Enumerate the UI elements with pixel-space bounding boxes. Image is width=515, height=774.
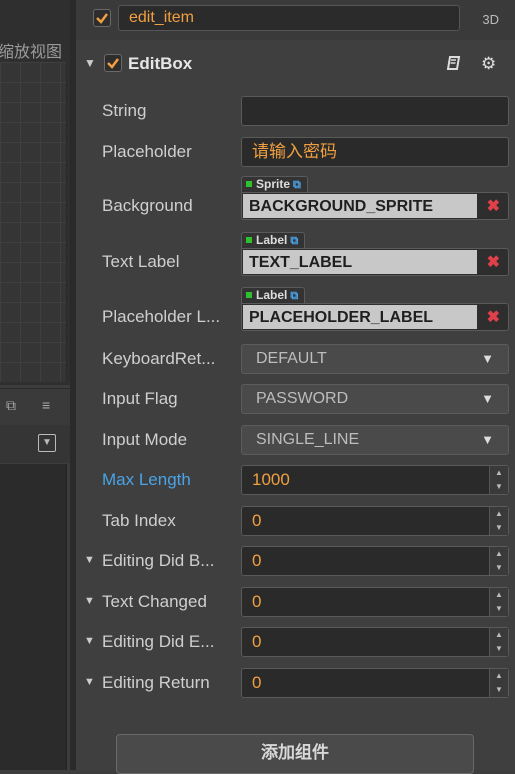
tab-index-input[interactable]: 0 ▲ ▼ bbox=[241, 506, 509, 536]
prop-placeholder: Placeholder 请输入密码 bbox=[76, 136, 515, 168]
prop-label: String bbox=[102, 101, 147, 120]
chevron-down-icon: ▼ bbox=[481, 391, 494, 406]
collapse-arrow-icon[interactable]: ▼ bbox=[84, 56, 96, 70]
ref-value: TEXT_LABEL bbox=[243, 250, 477, 274]
hierarchy-list[interactable] bbox=[0, 464, 67, 770]
chevron-down-icon: ▼ bbox=[481, 432, 494, 447]
text-changed-input[interactable]: 0 ▲ ▼ bbox=[241, 587, 509, 617]
gear-icon[interactable]: ⚙ bbox=[481, 54, 496, 74]
prop-label: Tab Index bbox=[102, 511, 176, 530]
prop-label: Input Mode bbox=[102, 430, 188, 449]
input-mode-select[interactable]: SINGLE_LINE ▼ bbox=[241, 425, 509, 455]
3d-toggle[interactable]: 3D bbox=[482, 12, 499, 27]
keyboard-return-select[interactable]: DEFAULT ▼ bbox=[241, 344, 509, 374]
placeholder-input[interactable]: 请输入密码 bbox=[241, 137, 509, 167]
prop-text-changed: ▼ Text Changed 0 ▲ ▼ bbox=[76, 586, 515, 618]
editing-did-end-input[interactable]: 0 ▲ ▼ bbox=[241, 627, 509, 657]
string-input[interactable] bbox=[241, 96, 509, 126]
prop-max-length: Max Length 1000 ▲ ▼ bbox=[76, 464, 515, 496]
scene-panel-title: 缩放视图 bbox=[0, 44, 62, 61]
menu-icon[interactable]: ≡ bbox=[42, 397, 50, 413]
external-link-icon[interactable]: ⧉ bbox=[290, 290, 298, 302]
hierarchy-toolbar: ⧉ ≡ bbox=[0, 388, 70, 425]
text-label-ref-field[interactable]: TEXT_LABEL ✖ bbox=[241, 248, 509, 276]
remove-x-icon[interactable]: ✖ bbox=[487, 252, 500, 272]
node-active-checkbox[interactable] bbox=[93, 9, 111, 27]
number-stepper[interactable]: ▲ ▼ bbox=[489, 547, 508, 575]
prop-label: Placeholder bbox=[102, 142, 192, 161]
node-name-input[interactable]: edit_item bbox=[118, 5, 460, 31]
prop-label: Editing Did E... bbox=[102, 632, 215, 651]
prop-input-flag: Input Flag PASSWORD ▼ bbox=[76, 383, 515, 415]
node-header: edit_item 3D bbox=[76, 0, 515, 40]
prop-tab-index: Tab Index 0 ▲ ▼ bbox=[76, 505, 515, 537]
expand-arrow-icon[interactable]: ▼ bbox=[84, 676, 95, 688]
asset-type-tag: Sprite ⧉ bbox=[241, 176, 308, 192]
prop-input-mode: Input Mode SINGLE_LINE ▼ bbox=[76, 424, 515, 456]
hierarchy-header bbox=[0, 425, 70, 463]
prop-label: Editing Return bbox=[102, 673, 210, 692]
prop-label: Text Changed bbox=[102, 592, 207, 611]
prop-background: Background Sprite ⧉ BACKGROUND_SPRITE ✖ bbox=[76, 176, 515, 222]
expand-arrow-icon[interactable]: ▼ bbox=[84, 635, 95, 647]
scene-grid[interactable] bbox=[0, 62, 67, 382]
add-component-button[interactable]: 添加组件 bbox=[116, 734, 474, 774]
dropdown-icon[interactable]: ▼ bbox=[38, 434, 56, 452]
asset-type-tag: Label ⧉ bbox=[241, 287, 306, 303]
chevron-down-icon: ▼ bbox=[481, 351, 494, 366]
prop-label: KeyboardRet... bbox=[102, 349, 216, 368]
prop-editing-did-end: ▼ Editing Did E... 0 ▲ ▼ bbox=[76, 626, 515, 658]
prop-keyboard-return: KeyboardRet... DEFAULT ▼ bbox=[76, 343, 515, 375]
window-icon[interactable]: ⧉ bbox=[6, 397, 16, 414]
input-flag-select[interactable]: PASSWORD ▼ bbox=[241, 384, 509, 414]
expand-arrow-icon[interactable]: ▼ bbox=[84, 554, 95, 566]
remove-x-icon[interactable]: ✖ bbox=[487, 307, 500, 327]
number-stepper[interactable]: ▲ ▼ bbox=[489, 669, 508, 697]
prop-label: Max Length bbox=[102, 470, 191, 489]
prop-label: Input Flag bbox=[102, 389, 178, 408]
help-book-icon[interactable] bbox=[446, 55, 462, 76]
prop-string: String bbox=[76, 95, 515, 127]
max-length-input[interactable]: 1000 ▲ ▼ bbox=[241, 465, 509, 495]
ref-value: PLACEHOLDER_LABEL bbox=[243, 305, 477, 329]
component-title: EditBox bbox=[128, 54, 193, 73]
external-link-icon[interactable]: ⧉ bbox=[290, 235, 298, 247]
prop-editing-did-begin: ▼ Editing Did B... 0 ▲ ▼ bbox=[76, 545, 515, 577]
prop-text-label: Text Label Label ⧉ TEXT_LABEL ✖ bbox=[76, 232, 515, 278]
component-enabled-checkbox[interactable] bbox=[104, 54, 122, 72]
asset-type-tag: Label ⧉ bbox=[241, 232, 306, 248]
prop-label: Placeholder L... bbox=[102, 307, 221, 326]
prop-label: Editing Did B... bbox=[102, 551, 215, 570]
placeholder-label-ref-field[interactable]: PLACEHOLDER_LABEL ✖ bbox=[241, 303, 509, 331]
ref-value: BACKGROUND_SPRITE bbox=[243, 194, 477, 218]
prop-placeholder-label: Placeholder L... Label ⧉ PLACEHOLDER_LABE… bbox=[76, 287, 515, 333]
editing-return-input[interactable]: 0 ▲ ▼ bbox=[241, 668, 509, 698]
inspector-panel: edit_item 3D ▼ EditBox ⚙ String Placehol… bbox=[76, 0, 515, 774]
scene-panel: 缩放视图 bbox=[0, 0, 70, 385]
prop-label: Background bbox=[102, 196, 193, 215]
prop-label: Text Label bbox=[102, 252, 180, 271]
remove-x-icon[interactable]: ✖ bbox=[487, 196, 500, 216]
background-ref-field[interactable]: BACKGROUND_SPRITE ✖ bbox=[241, 192, 509, 220]
component-header[interactable]: ▼ EditBox ⚙ bbox=[76, 46, 515, 80]
number-stepper[interactable]: ▲ ▼ bbox=[489, 466, 508, 494]
number-stepper[interactable]: ▲ ▼ bbox=[489, 628, 508, 656]
external-link-icon[interactable]: ⧉ bbox=[293, 179, 301, 191]
editing-did-begin-input[interactable]: 0 ▲ ▼ bbox=[241, 546, 509, 576]
expand-arrow-icon[interactable]: ▼ bbox=[84, 595, 95, 607]
prop-editing-return: ▼ Editing Return 0 ▲ ▼ bbox=[76, 667, 515, 699]
number-stepper[interactable]: ▲ ▼ bbox=[489, 588, 508, 616]
number-stepper[interactable]: ▲ ▼ bbox=[489, 507, 508, 535]
